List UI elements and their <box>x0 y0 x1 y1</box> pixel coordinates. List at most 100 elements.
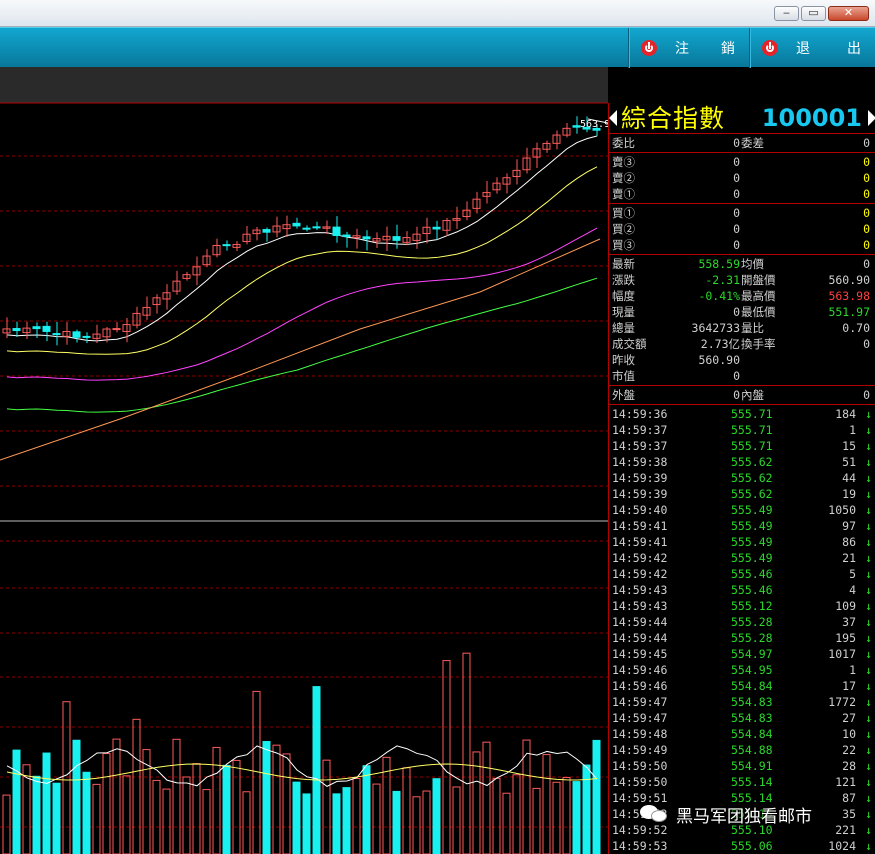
tick-volume: 221 <box>835 823 856 837</box>
tick-row: 14:59:37 555.71 15 ↓ <box>609 438 875 454</box>
stat-value: 0 <box>863 257 870 271</box>
tick-time: 14:59:42 <box>612 567 668 581</box>
kline-chart[interactable]: 563.97 <box>0 67 608 854</box>
stat-row: 漲跌 -2.31 開盤價 560.90 <box>609 272 875 288</box>
tick-volume: 1024 <box>828 839 856 853</box>
bid-price: 0 <box>733 222 740 236</box>
bid-level-row: 買① 0 0 <box>609 205 875 221</box>
volume-bar <box>62 701 71 854</box>
ask-volume: 0 <box>863 155 870 169</box>
tick-row: 14:59:36 555.71 184 ↓ <box>609 406 875 422</box>
volume-bar <box>2 794 11 854</box>
stat-value: 0 <box>733 305 740 319</box>
tick-down-arrow-icon: ↓ <box>865 823 872 837</box>
tick-volume: 44 <box>842 471 856 485</box>
stat-label: 漲跌 <box>612 273 635 287</box>
volume-bar <box>562 776 571 854</box>
volume-bar <box>412 796 421 854</box>
order-ratio-row: 委比 0 委差 0 <box>609 135 875 151</box>
tick-row: 14:59:44 555.28 37 ↓ <box>609 614 875 630</box>
candle-body <box>222 244 231 247</box>
ask-price: 0 <box>733 155 740 169</box>
exit-button[interactable]: 退 出 <box>749 28 875 68</box>
volume-bar <box>122 775 131 854</box>
minimize-button[interactable]: ‒ <box>774 6 799 21</box>
bid-volume: 0 <box>863 238 870 252</box>
tick-volume: 184 <box>835 407 856 421</box>
stat-row: 成交額 2.73亿 換手率 0 <box>609 336 875 352</box>
tick-volume: 1772 <box>828 695 856 709</box>
stat-row: 總量 3642733 量比 0.70 <box>609 320 875 336</box>
candle-body <box>72 331 81 338</box>
stat-value: -2.31 <box>705 273 740 287</box>
tick-down-arrow-icon: ↓ <box>865 423 872 437</box>
candle-body <box>262 229 271 233</box>
tick-time: 14:59:37 <box>612 423 668 437</box>
tick-time: 14:59:40 <box>612 503 668 517</box>
tick-row: 14:59:42 555.46 5 ↓ <box>609 566 875 582</box>
tick-volume: 22 <box>842 743 856 757</box>
tick-down-arrow-icon: ↓ <box>865 551 872 565</box>
logout-button[interactable]: 注 銷 <box>628 28 749 68</box>
tick-time: 14:59:49 <box>612 743 668 757</box>
next-arrow-icon[interactable] <box>868 110 875 126</box>
tick-time: 14:59:46 <box>612 663 668 677</box>
volume-bar <box>542 754 551 854</box>
row-value: 0 <box>863 136 870 150</box>
tick-down-arrow-icon: ↓ <box>865 775 872 789</box>
tick-volume: 1 <box>849 423 856 437</box>
tick-time: 14:59:38 <box>612 455 668 469</box>
divider <box>609 254 875 255</box>
tick-down-arrow-icon: ↓ <box>865 743 872 757</box>
tick-row: 14:59:39 555.62 44 ↓ <box>609 470 875 486</box>
volume-bar <box>472 751 481 854</box>
tick-volume: 5 <box>849 567 856 581</box>
ask-price: 0 <box>733 171 740 185</box>
quote-panel: 綜合指數 100001 委比 0 委差 0 賣③ 0 0 賣② 0 0 賣① 0 0 買① 0 0 買② 0 0 買③… <box>608 103 875 854</box>
stat-value: 558.59 <box>698 257 740 271</box>
tick-volume: 10 <box>842 727 856 741</box>
tick-row: 14:59:48 554.84 10 ↓ <box>609 726 875 742</box>
tick-row: 14:59:46 554.84 17 ↓ <box>609 678 875 694</box>
tick-price: 555.49 <box>731 535 773 549</box>
ma5-line <box>6 135 598 342</box>
tick-row: 14:59:42 555.49 21 ↓ <box>609 550 875 566</box>
volume-bar <box>442 660 451 854</box>
close-icon: ✕ <box>843 6 854 19</box>
volume-bar <box>552 781 561 854</box>
volume-bar <box>302 793 311 854</box>
tick-down-arrow-icon: ↓ <box>865 631 872 645</box>
stat-row: 幅度 -0.41% 最高價 563.98 <box>609 288 875 304</box>
volume-bar <box>532 787 541 854</box>
close-button[interactable]: ✕ <box>828 6 869 21</box>
prev-arrow-icon[interactable] <box>609 110 617 126</box>
tick-down-arrow-icon: ↓ <box>865 791 872 805</box>
ask-level-row: 賣① 0 0 <box>609 186 875 202</box>
stat-value: -0.41% <box>698 289 740 303</box>
tick-row: 14:59:40 555.49 1050 ↓ <box>609 502 875 518</box>
stat-value: 0 <box>863 337 870 351</box>
divider <box>609 404 875 405</box>
volume-bar <box>102 753 111 854</box>
tick-down-arrow-icon: ↓ <box>865 711 872 725</box>
tick-down-arrow-icon: ↓ <box>865 439 872 453</box>
stat-label: 幅度 <box>612 289 635 303</box>
maximize-button[interactable]: ▭ <box>801 6 826 21</box>
tick-down-arrow-icon: ↓ <box>865 407 872 421</box>
tick-down-arrow-icon: ↓ <box>865 727 872 741</box>
tick-down-arrow-icon: ↓ <box>865 583 872 597</box>
tick-row: 14:59:53 555.06 1024 ↓ <box>609 838 875 854</box>
bid-label: 買② <box>612 222 635 236</box>
tick-time: 14:59:37 <box>612 439 668 453</box>
ma30-line <box>6 277 598 413</box>
stat-label: 均價 <box>741 257 764 271</box>
chart-header-strip <box>0 67 608 103</box>
volume-bar <box>162 788 171 854</box>
volume-bar <box>462 652 471 854</box>
volume-bar <box>332 793 341 854</box>
tick-volume: 1050 <box>828 503 856 517</box>
tick-row: 14:59:43 555.12 109 ↓ <box>609 598 875 614</box>
minimize-icon: ‒ <box>783 6 790 19</box>
volume-bar <box>142 749 151 854</box>
tick-volume: 109 <box>835 599 856 613</box>
